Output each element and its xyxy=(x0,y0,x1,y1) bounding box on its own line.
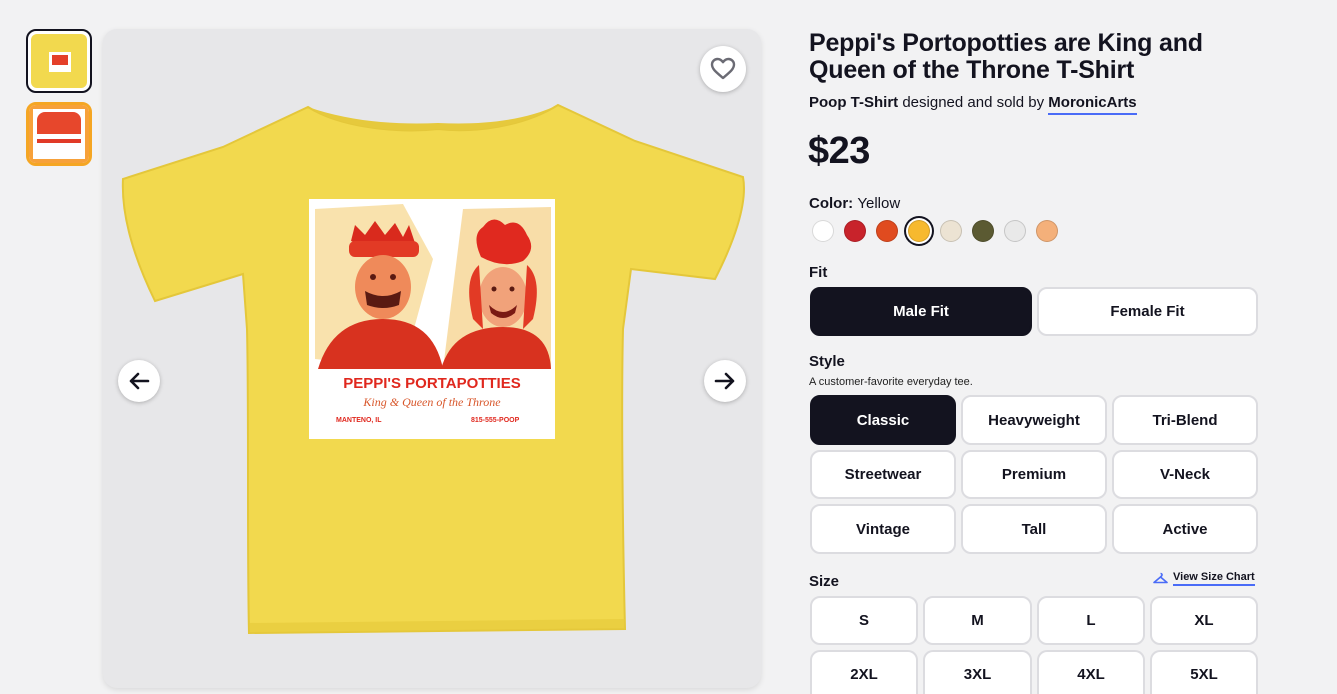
product-title: Peppi's Portopotties are King and Queen … xyxy=(809,29,1203,84)
artwork-headline: PEPPI'S PORTAPOTTIES xyxy=(343,375,521,392)
style-option-streetwear[interactable]: Streetwear xyxy=(810,450,956,499)
style-description: A customer-favorite everyday tee. xyxy=(809,376,973,388)
tshirt-image: PEPPI'S PORTAPOTTIES King & Queen of the… xyxy=(121,103,745,635)
size-option-4xl[interactable]: 4XL xyxy=(1037,650,1145,694)
size-option-m[interactable]: M xyxy=(923,596,1032,645)
thumbnail-front[interactable] xyxy=(26,29,92,93)
next-image-button[interactable] xyxy=(704,360,746,402)
color-swatches xyxy=(812,220,1068,242)
size-option-xl[interactable]: XL xyxy=(1150,596,1258,645)
thumbnail-artwork[interactable] xyxy=(26,102,92,166)
style-label: Style xyxy=(809,353,845,370)
color-swatch-white[interactable] xyxy=(812,220,834,242)
product-image-viewer: PEPPI'S PORTAPOTTIES King & Queen of the… xyxy=(103,29,761,688)
fit-option-female[interactable]: Female Fit xyxy=(1037,287,1258,336)
artwork-location: MANTENO, IL xyxy=(336,417,382,424)
style-option-premium[interactable]: Premium xyxy=(961,450,1107,499)
thumbnail-artwork-image xyxy=(29,105,89,163)
fit-option-male[interactable]: Male Fit xyxy=(810,287,1032,336)
artist-link[interactable]: MoronicArts xyxy=(1048,94,1137,115)
previous-image-button[interactable] xyxy=(118,360,160,402)
selected-color: Yellow xyxy=(857,195,901,212)
style-option-tri-blend[interactable]: Tri-Blend xyxy=(1112,395,1258,445)
artwork-phone: 815-555-POOP xyxy=(471,417,520,424)
color-swatch-orange[interactable] xyxy=(876,220,898,242)
style-option-heavyweight[interactable]: Heavyweight xyxy=(961,395,1107,445)
size-option-l[interactable]: L xyxy=(1037,596,1145,645)
color-swatch-olive[interactable] xyxy=(972,220,994,242)
arrow-left-icon xyxy=(129,372,150,390)
color-swatch-natural[interactable] xyxy=(940,220,962,242)
thumbnail-front-image xyxy=(31,34,87,88)
color-label: Color: Yellow xyxy=(809,195,901,212)
size-option-2xl[interactable]: 2XL xyxy=(810,650,918,694)
product-price: $23 xyxy=(808,130,870,172)
size-label: Size xyxy=(809,573,840,590)
style-option-vintage[interactable]: Vintage xyxy=(810,504,956,554)
size-option-s[interactable]: S xyxy=(810,596,918,645)
byline-text: designed and sold by xyxy=(898,94,1049,111)
style-option-active[interactable]: Active xyxy=(1112,504,1258,554)
view-size-chart-link[interactable]: View Size Chart xyxy=(1153,571,1255,586)
artwork-tagline: King & Queen of the Throne xyxy=(362,395,501,409)
product-category: Poop T-Shirt xyxy=(809,94,899,111)
size-option-3xl[interactable]: 3XL xyxy=(923,650,1032,694)
favorite-button[interactable] xyxy=(700,46,746,92)
color-swatch-yellow[interactable] xyxy=(908,220,930,242)
arrow-right-icon xyxy=(714,372,735,390)
size-option-5xl[interactable]: 5XL xyxy=(1150,650,1258,694)
heart-icon xyxy=(710,57,736,80)
fit-label: Fit xyxy=(809,264,828,281)
style-option-classic[interactable]: Classic xyxy=(810,395,956,445)
hanger-icon xyxy=(1153,572,1168,584)
style-option-tall[interactable]: Tall xyxy=(961,504,1107,554)
style-option-v-neck[interactable]: V-Neck xyxy=(1112,450,1258,499)
color-swatch-peach[interactable] xyxy=(1036,220,1058,242)
color-swatch-red[interactable] xyxy=(844,220,866,242)
color-swatch-heather[interactable] xyxy=(1004,220,1026,242)
product-byline: Poop T-Shirt designed and sold by Moroni… xyxy=(809,94,1137,115)
view-size-chart-label: View Size Chart xyxy=(1173,571,1255,586)
